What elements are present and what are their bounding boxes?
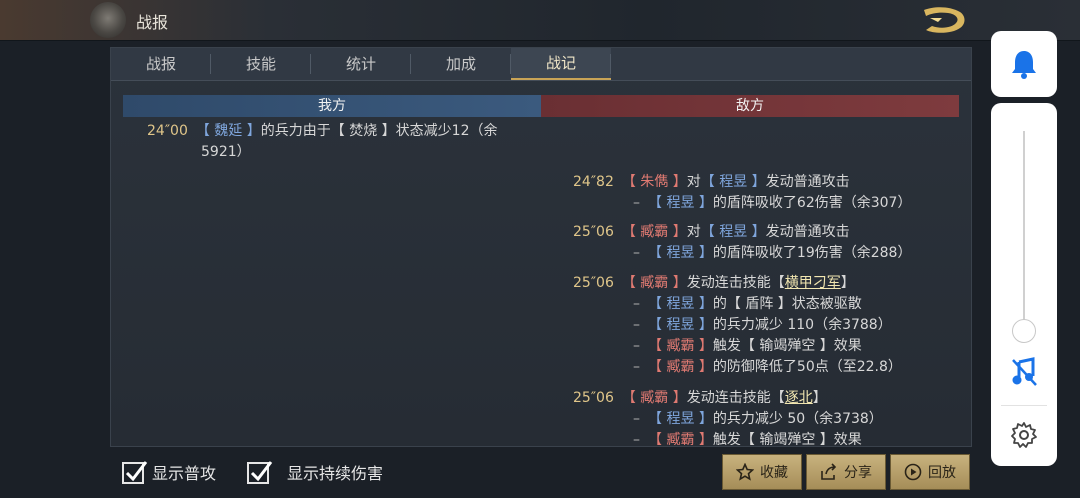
log-mid: 对 xyxy=(686,224,701,240)
volume-slider-track[interactable] xyxy=(1023,131,1025,331)
log-actor: 【 臧霸 】 xyxy=(648,432,713,445)
log-sub-entry: – 【 程昱 】的兵力减少 50（余3738） xyxy=(633,411,883,427)
enemy-side-header: 敌方 xyxy=(541,95,959,117)
tab-bonus[interactable]: 加成 xyxy=(411,48,511,80)
music-off-icon xyxy=(1012,357,1037,386)
favorite-button[interactable]: 收藏 xyxy=(722,454,802,490)
checkbox-label: 显示持续伤害 xyxy=(287,464,384,483)
log-actor: 【 臧霸 】 xyxy=(648,338,713,354)
bottom-bar: 显示普攻 显示持续伤害 收藏 分享 回放 xyxy=(0,450,1080,498)
skill-link[interactable]: 逐北 xyxy=(785,390,813,406)
log-text: 的盾阵吸收了19伤害（余288） xyxy=(712,245,912,261)
page-title: 战报 xyxy=(136,13,169,32)
log-sub-entry: – 【 程昱 】的【 盾阵 】状态被驱散 xyxy=(633,296,862,312)
log-sub-entry: – 【 臧霸 】触发【 输竭殚空 】效果 xyxy=(633,429,862,445)
log-actor: 【 程昱 】 xyxy=(648,296,713,312)
log-entry: 25″06 【 臧霸 】对【 程昱 】发动普通攻击 xyxy=(573,221,850,241)
log-entry: 25″06 【 臧霸 】发动连击技能【逐北】 xyxy=(573,387,827,407)
log-text: 的盾阵吸收了62伤害（余307） xyxy=(712,195,912,211)
gear-icon xyxy=(1011,422,1037,448)
checkbox-label: 显示普攻 xyxy=(152,464,217,483)
log-text: 发动普通攻击 xyxy=(765,174,850,190)
log-actor: 【 臧霸 】 xyxy=(621,224,687,240)
share-button[interactable]: 分享 xyxy=(806,454,886,490)
log-text: 的兵力减少 110（余3788） xyxy=(712,317,892,333)
log-target: 【 程昱 】 xyxy=(700,224,766,240)
log-time: 25″06 xyxy=(573,275,614,291)
log-actor: 【 程昱 】 xyxy=(648,317,713,333)
check-icon xyxy=(122,461,148,484)
tab-skills[interactable]: 技能 xyxy=(211,48,311,80)
log-text: 触发【 输竭殚空 】效果 xyxy=(712,338,862,354)
log-actor: 【 臧霸 】 xyxy=(621,275,687,291)
tab-report[interactable]: 战报 xyxy=(111,48,211,80)
notification-toggle[interactable] xyxy=(991,31,1057,97)
log-text: 的【 盾阵 】状态被驱散 xyxy=(712,296,862,312)
divider xyxy=(1001,405,1047,406)
button-label: 收藏 xyxy=(760,465,788,481)
log-actor: 【 魏延 】 xyxy=(195,123,261,139)
log-text: 的防御降低了50点（至22.8） xyxy=(712,359,902,375)
volume-panel xyxy=(991,103,1057,466)
log-time: 25″06 xyxy=(573,390,614,406)
log-entry: 24″00 【 魏延 】的兵力由于【 焚烧 】状态减少12（余 xyxy=(147,120,497,140)
play-icon xyxy=(904,463,922,481)
volume-slider-thumb[interactable] xyxy=(1012,319,1036,343)
tab-battle-log[interactable]: 战记 xyxy=(511,48,611,80)
ally-side-header: 我方 xyxy=(123,95,541,117)
log-sub-entry: – 【 程昱 】的盾阵吸收了19伤害（余288） xyxy=(633,245,912,261)
log-time: 24″82 xyxy=(573,174,614,190)
media-mute-button[interactable] xyxy=(1009,356,1039,388)
log-entry: 24″82 【 朱儁 】对【 程昱 】发动普通攻击 xyxy=(573,171,850,191)
star-icon xyxy=(736,463,754,481)
top-bar: 战报 xyxy=(0,0,1080,41)
replay-button[interactable]: 回放 xyxy=(890,454,970,490)
log-actor: 【 程昱 】 xyxy=(648,195,713,211)
back-button[interactable] xyxy=(918,2,970,38)
button-label: 回放 xyxy=(928,465,956,481)
settings-button[interactable] xyxy=(1010,421,1038,449)
log-text: 的兵力由于【 焚烧 】状态减少12（余 xyxy=(260,123,498,139)
log-sub-entry: – 【 程昱 】的盾阵吸收了62伤害（余307） xyxy=(633,195,912,211)
skill-link[interactable]: 横甲刁军 xyxy=(785,275,841,291)
log-mid: 对 xyxy=(686,174,701,190)
log-actor: 【 程昱 】 xyxy=(648,245,713,261)
log-text: 发动连击技能【 xyxy=(686,390,785,406)
log-text: 的兵力减少 50（余3738） xyxy=(712,411,883,427)
log-sub-entry: – 【 臧霸 】的防御降低了50点（至22.8） xyxy=(633,359,902,375)
log-time: 25″06 xyxy=(573,224,614,240)
log-target: 【 程昱 】 xyxy=(700,174,766,190)
bell-icon xyxy=(1012,51,1036,79)
tab-bar: 战报 技能 统计 加成 战记 xyxy=(111,48,971,81)
log-entry-continuation: 5921） xyxy=(201,144,251,160)
show-dot-checkbox[interactable]: 显示持续伤害 xyxy=(247,458,383,486)
share-icon xyxy=(821,463,837,480)
check-icon xyxy=(247,461,273,484)
battle-log-list[interactable]: 我方 敌方 24″00 【 魏延 】的兵力由于【 焚烧 】状态减少12（余 592… xyxy=(123,95,959,445)
log-actor: 【 臧霸 】 xyxy=(648,359,713,375)
battle-report-panel: 战报 技能 统计 加成 战记 我方 敌方 24″00 【 魏延 】的兵力由于【 焚… xyxy=(110,47,972,447)
log-time: 24″00 xyxy=(147,123,188,139)
log-sub-entry: – 【 臧霸 】触发【 输竭殚空 】效果 xyxy=(633,338,862,354)
log-actor: 【 朱儁 】 xyxy=(621,174,687,190)
log-close: 】 xyxy=(812,390,827,406)
log-actor: 【 臧霸 】 xyxy=(621,390,687,406)
log-close: 】 xyxy=(840,275,855,291)
log-entry: 25″06 【 臧霸 】发动连击技能【横甲刁军】 xyxy=(573,272,855,292)
log-text: 触发【 输竭殚空 】效果 xyxy=(712,432,862,445)
tab-stats[interactable]: 统计 xyxy=(311,48,411,80)
dragon-logo-icon xyxy=(924,7,965,33)
button-label: 分享 xyxy=(844,465,872,481)
log-sub-entry: – 【 程昱 】的兵力减少 110（余3788） xyxy=(633,317,892,333)
log-text: 发动普通攻击 xyxy=(765,224,850,240)
general-emblem-icon xyxy=(90,2,126,38)
log-text: 发动连击技能【 xyxy=(686,275,785,291)
log-actor: 【 程昱 】 xyxy=(648,411,713,427)
show-normal-attack-checkbox[interactable]: 显示普攻 xyxy=(122,458,216,486)
